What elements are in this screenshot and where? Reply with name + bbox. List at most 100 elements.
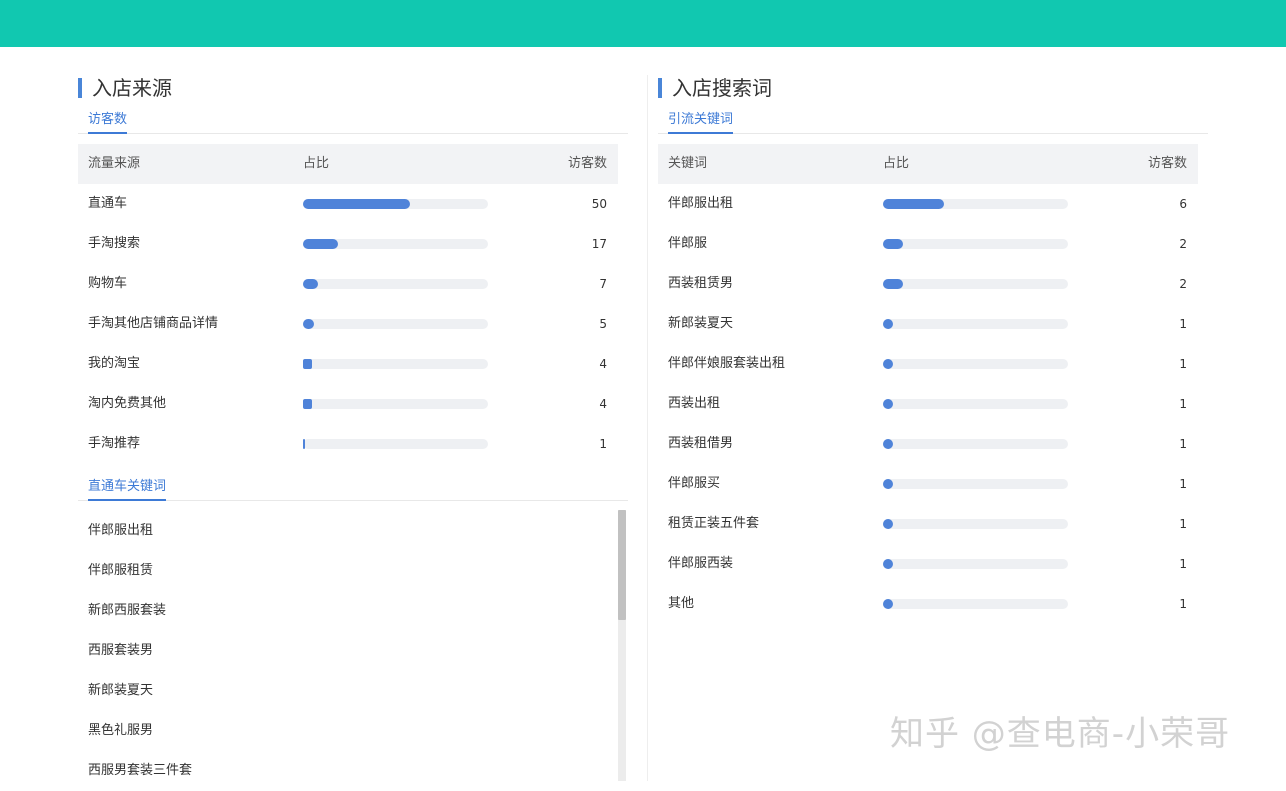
ratio-bar-fill: [883, 239, 903, 249]
ratio-bar-fill: [883, 439, 893, 449]
row-visitors: 2: [1179, 237, 1187, 251]
col-ratio[interactable]: 占比: [883, 144, 909, 184]
row-visitors: 1: [1179, 437, 1187, 451]
row-visitors: 1: [1179, 557, 1187, 571]
ratio-bar-track: [883, 599, 1068, 609]
row-name: 伴郎伴娘服套装出租: [668, 356, 786, 371]
row-visitors: 1: [1179, 357, 1187, 371]
ratio-bar-fill: [303, 319, 314, 329]
row-visitors: 7: [599, 277, 607, 291]
row-name: 我的淘宝: [88, 356, 141, 371]
list-item: 伴郎服租赁: [88, 563, 154, 578]
tab-traffic-keywords[interactable]: 引流关键词: [668, 110, 734, 134]
left-section-title: 入店来源: [78, 77, 172, 99]
left-table-header: 流量来源 占比 访客数: [78, 144, 618, 184]
ratio-bar-fill: [883, 559, 893, 569]
ratio-bar-fill: [303, 399, 312, 409]
panel-divider: [647, 75, 648, 781]
ratio-bar-track: [303, 199, 488, 209]
left-tab-divider: [78, 133, 628, 134]
row-name: 手淘搜索: [88, 236, 141, 251]
row-visitors: 17: [591, 237, 607, 251]
row-name: 伴郎服西装: [668, 556, 734, 571]
row-name: 伴郎服出租: [668, 196, 734, 211]
right-section-title: 入店搜索词: [658, 77, 772, 99]
ratio-bar-fill: [883, 519, 893, 529]
table-row: 购物车 7: [78, 264, 618, 304]
row-visitors: 1: [1179, 597, 1187, 611]
table-row: 手淘推荐 1: [78, 424, 618, 464]
table-row: 西装租赁男 2: [658, 264, 1198, 304]
ratio-bar-fill: [303, 279, 318, 289]
table-row: 西装租借男 1: [658, 424, 1198, 464]
list-item: 新郎西服套装: [88, 603, 167, 618]
keyword-list-scroll-thumb[interactable]: [618, 510, 626, 620]
ratio-bar-fill: [883, 319, 893, 329]
ratio-bar-track: [883, 279, 1068, 289]
tab-visitors[interactable]: 访客数: [88, 110, 128, 134]
table-row: 伴郎服买 1: [658, 464, 1198, 504]
table-row: 伴郎服出租 6: [658, 184, 1198, 224]
list-item: 西服男套装三件套: [88, 763, 193, 778]
row-name: 其他: [668, 596, 695, 611]
right-table-header: 关键词 占比 访客数: [658, 144, 1198, 184]
ratio-bar-fill: [883, 199, 944, 209]
ratio-bar-track: [883, 319, 1068, 329]
ratio-bar-track: [883, 359, 1068, 369]
row-visitors: 1: [599, 437, 607, 451]
row-visitors: 5: [599, 317, 607, 331]
ratio-bar-track: [303, 319, 488, 329]
row-name: 手淘推荐: [88, 436, 141, 451]
row-visitors: 50: [591, 197, 607, 211]
watermark: 知乎 @查电商-小荣哥: [890, 714, 1231, 754]
row-visitors: 4: [599, 397, 607, 411]
col-ratio[interactable]: 占比: [303, 144, 329, 184]
table-row: 我的淘宝 4: [78, 344, 618, 384]
row-visitors: 1: [1179, 517, 1187, 531]
ratio-bar-track: [303, 239, 488, 249]
row-name: 伴郎服买: [668, 476, 721, 491]
table-row: 手淘其他店铺商品详情 5: [78, 304, 618, 344]
col-source[interactable]: 流量来源: [88, 144, 140, 184]
table-row: 伴郎服 2: [658, 224, 1198, 264]
row-visitors: 1: [1179, 477, 1187, 491]
list-item: 伴郎服出租: [88, 523, 154, 538]
col-visitors[interactable]: 访客数: [568, 144, 607, 184]
ratio-bar-fill: [883, 399, 893, 409]
ratio-bar-fill: [883, 359, 893, 369]
list-item: 新郎装夏天: [88, 683, 154, 698]
ratio-bar-track: [303, 399, 488, 409]
list-item: 西服套装男: [88, 643, 154, 658]
row-name: 租赁正装五件套: [668, 516, 760, 531]
row-name: 直通车: [88, 196, 128, 211]
tab-ztc-keywords[interactable]: 直通车关键词: [88, 477, 167, 501]
ratio-bar-fill: [303, 239, 338, 249]
ratio-bar-fill: [303, 199, 410, 209]
row-name: 购物车: [88, 276, 128, 291]
ratio-bar-fill: [303, 439, 305, 449]
table-row: 新郎装夏天 1: [658, 304, 1198, 344]
right-tab-divider: [658, 133, 1208, 134]
ratio-bar-track: [883, 519, 1068, 529]
row-name: 西装出租: [668, 396, 721, 411]
table-row: 直通车 50: [78, 184, 618, 224]
row-name: 手淘其他店铺商品详情: [88, 316, 219, 331]
ratio-bar-track: [303, 359, 488, 369]
ratio-bar-track: [883, 239, 1068, 249]
col-visitors[interactable]: 访客数: [1148, 144, 1187, 184]
table-row: 淘内免费其他 4: [78, 384, 618, 424]
top-header-bar: [0, 0, 1286, 47]
ratio-bar-track: [883, 559, 1068, 569]
table-row: 伴郎伴娘服套装出租 1: [658, 344, 1198, 384]
row-name: 西装租赁男: [668, 276, 734, 291]
row-name: 新郎装夏天: [668, 316, 734, 331]
row-visitors: 1: [1179, 317, 1187, 331]
ratio-bar-track: [883, 199, 1068, 209]
ratio-bar-track: [303, 279, 488, 289]
table-row: 伴郎服西装 1: [658, 544, 1198, 584]
row-visitors: 2: [1179, 277, 1187, 291]
col-keyword[interactable]: 关键词: [668, 144, 707, 184]
ratio-bar-fill: [883, 279, 903, 289]
table-row: 西装出租 1: [658, 384, 1198, 424]
ratio-bar-fill: [883, 599, 893, 609]
